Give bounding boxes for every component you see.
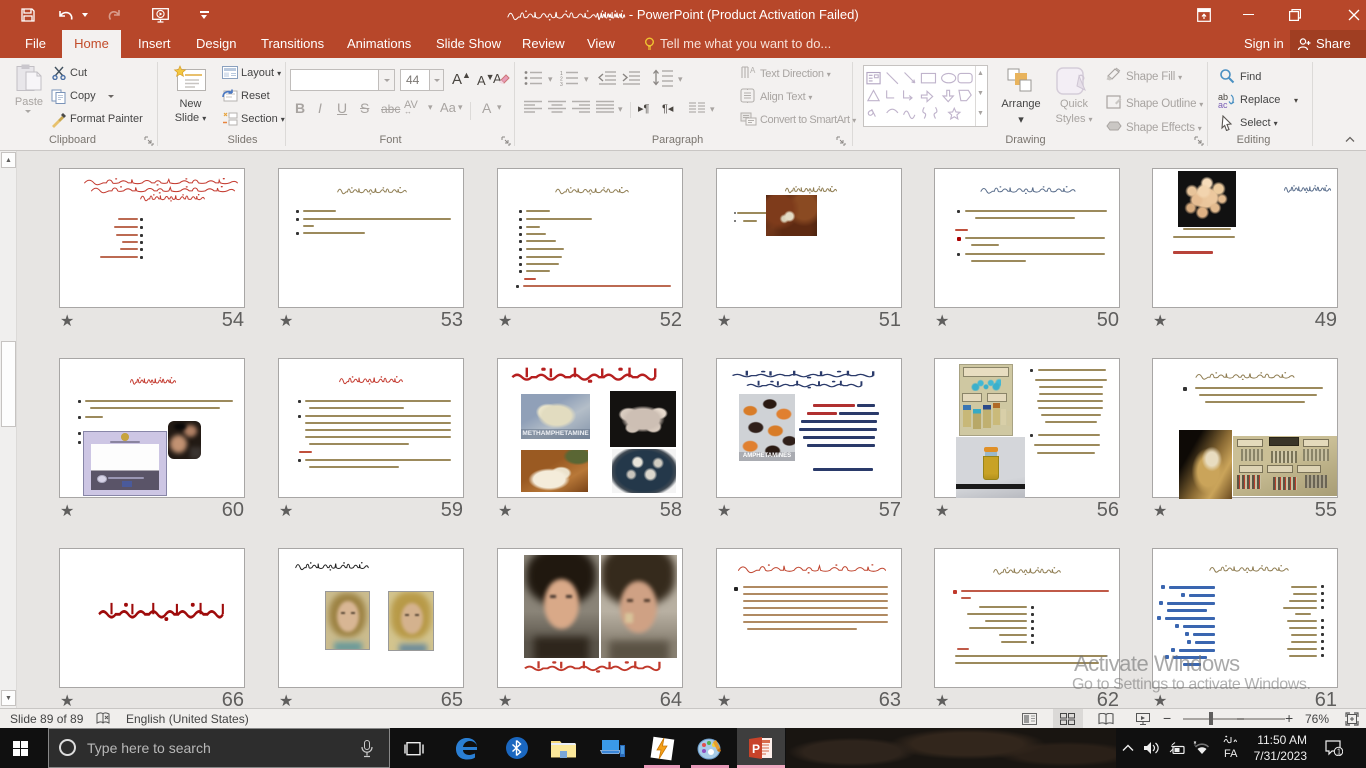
svg-text:A: A [750, 66, 756, 75]
svg-text:3: 3 [560, 82, 563, 86]
svg-text:A: A [493, 71, 502, 86]
svg-text:ac: ac [1218, 100, 1228, 109]
svg-text:P: P [752, 742, 760, 756]
svg-text:1: 1 [1337, 748, 1342, 757]
